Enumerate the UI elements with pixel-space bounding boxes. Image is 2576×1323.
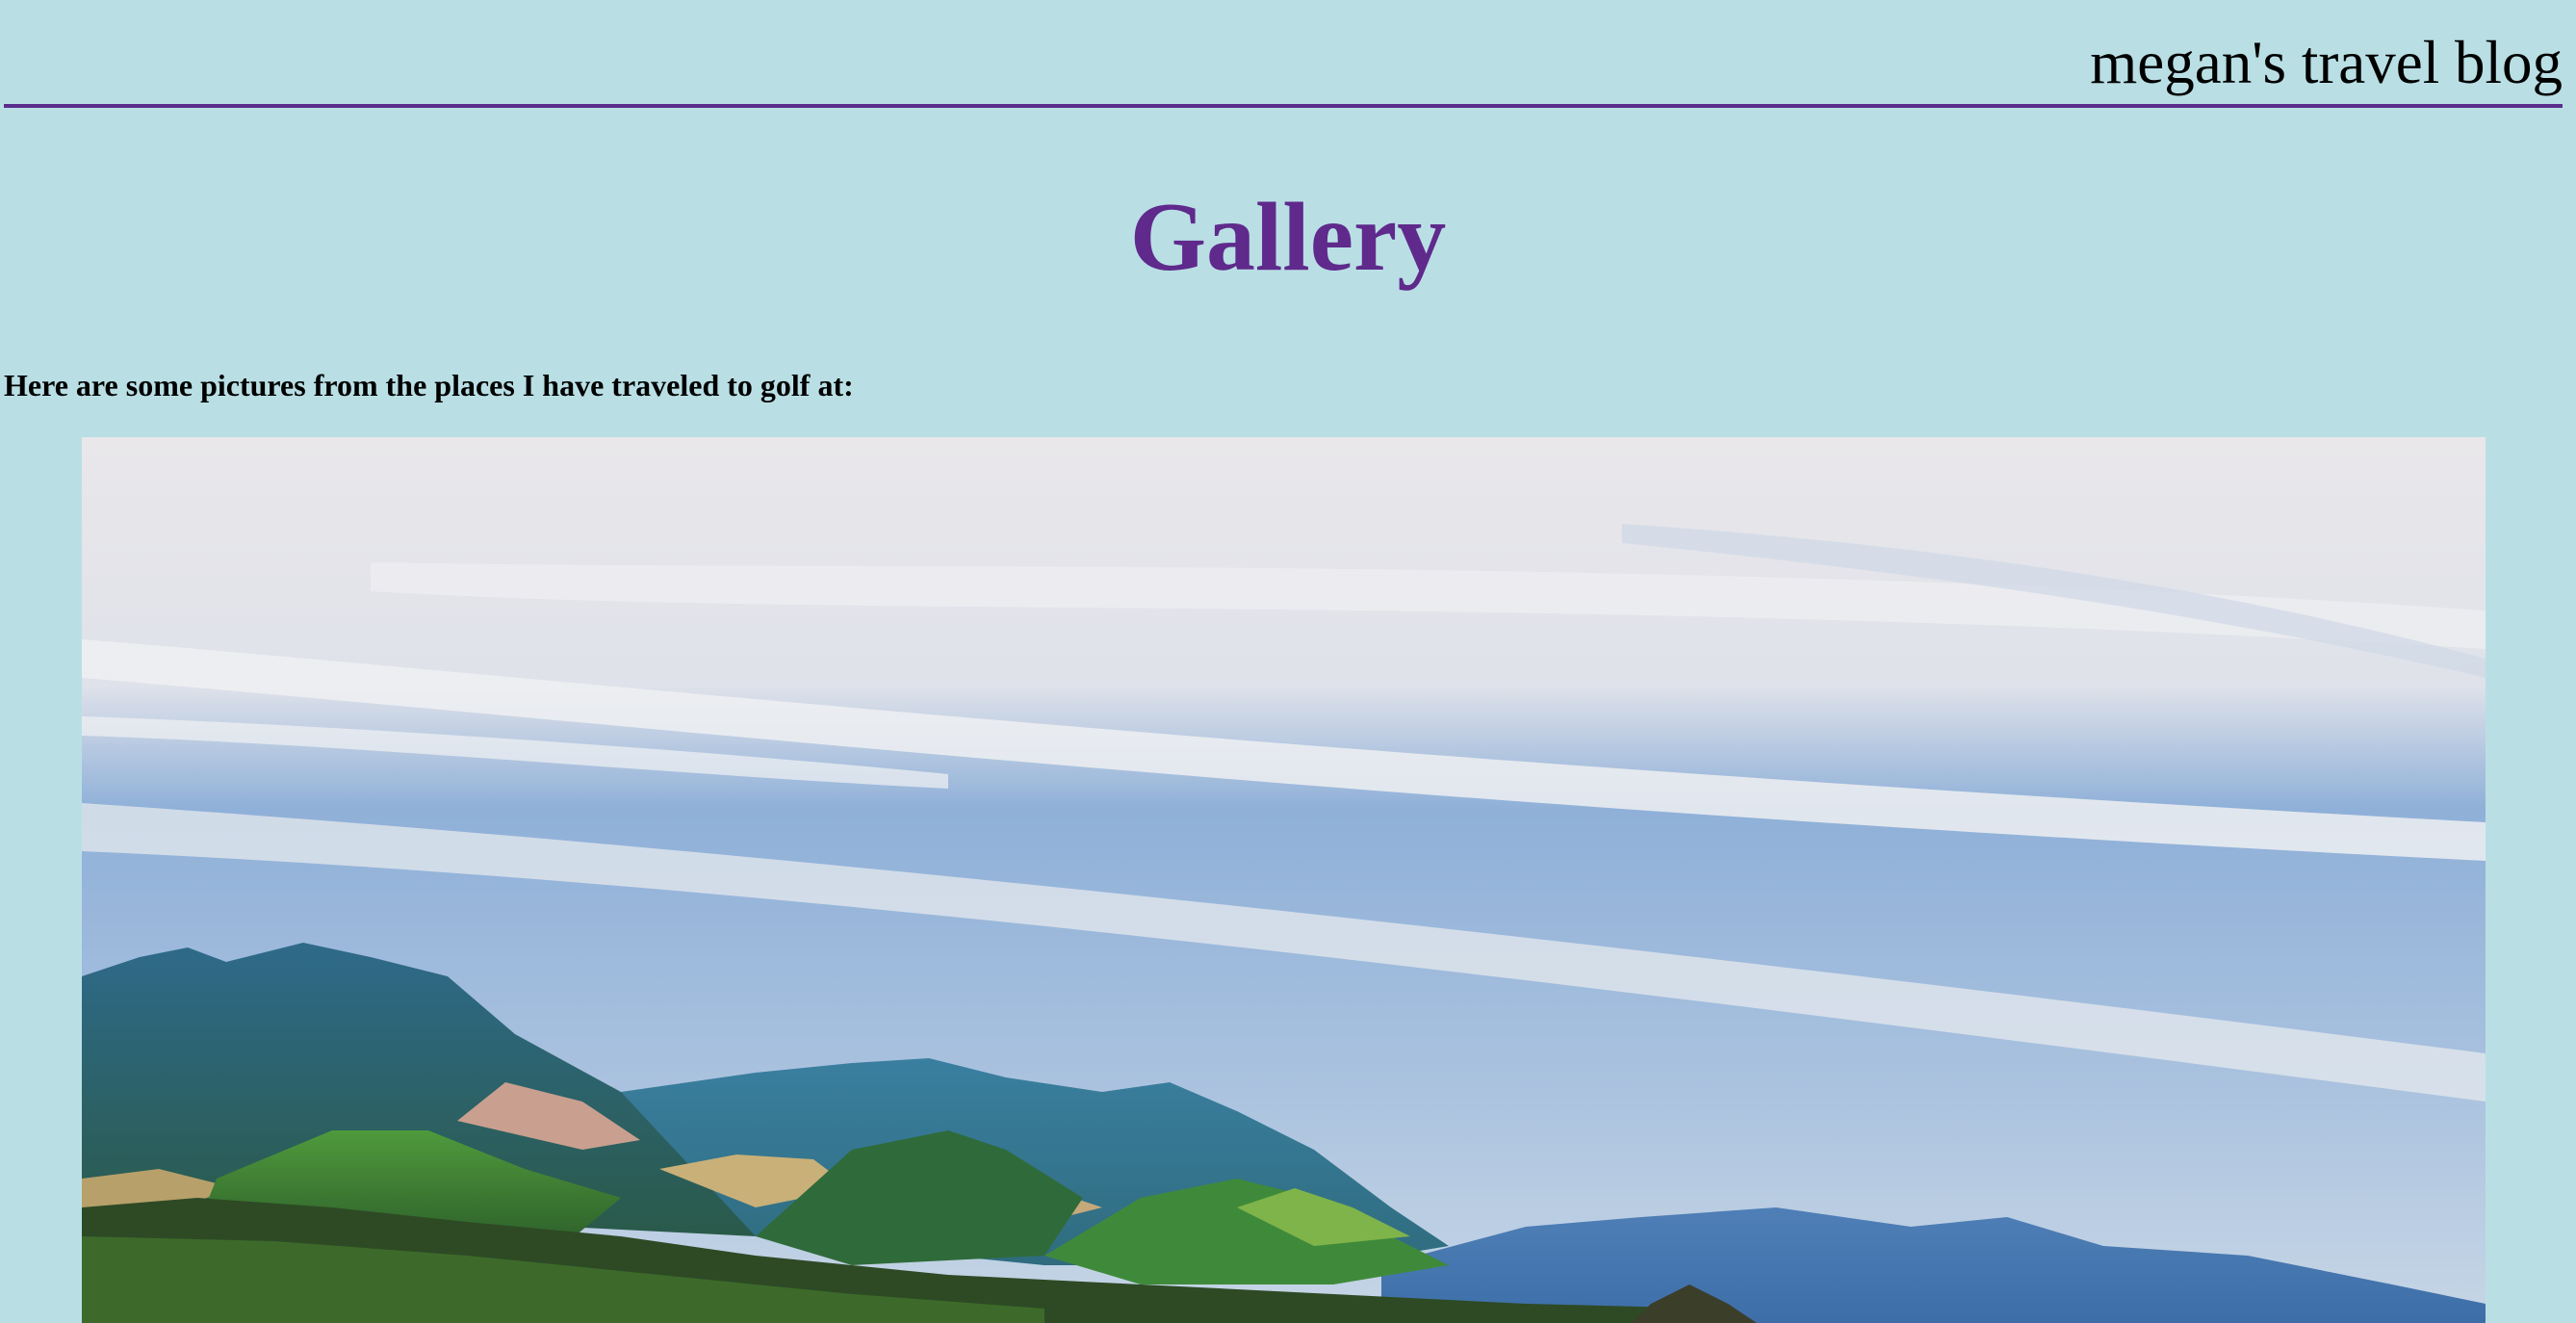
mountain-landscape-image [82,437,2486,1323]
site-title: megan's travel blog [2090,29,2563,96]
page-title: Gallery [1129,183,1447,292]
gallery-photo-mountains [82,437,2486,1323]
site-header: megan's travel blog [4,0,2563,108]
intro-text: Here are some pictures from the places I… [4,368,854,402]
